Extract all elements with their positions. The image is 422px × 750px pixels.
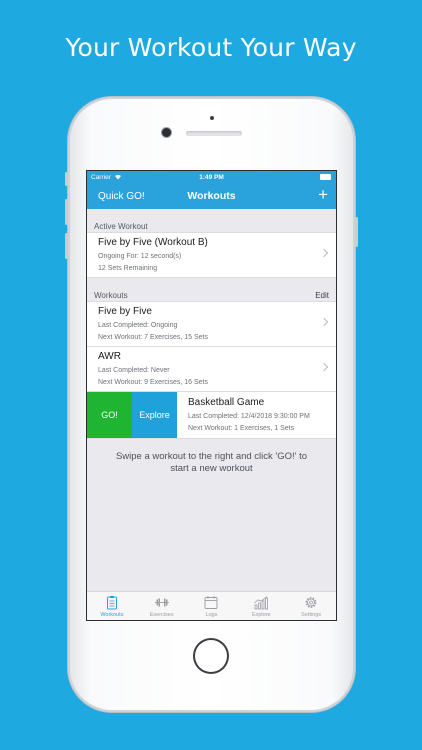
swiped-workout-content: Basketball Game Last Completed: 12/4/201… <box>177 392 310 438</box>
clipboard-icon <box>106 596 117 610</box>
workout-last-completed: Last Completed: Ongoing <box>98 322 178 329</box>
tab-label: Exercises <box>149 612 174 618</box>
earpiece-speaker <box>186 131 242 136</box>
volume-up-button <box>65 199 68 225</box>
active-workout-name: Five by Five (Workout B) <box>98 237 208 248</box>
workout-cell-five-by-five[interactable]: Five by Five Last Completed: Ongoing Nex… <box>87 301 336 347</box>
status-bar: Carrier 1:49 PM <box>87 171 336 183</box>
tab-label: Logs <box>205 612 218 618</box>
workout-cell-awr[interactable]: AWR Last Completed: Never Next Workout: … <box>87 347 336 392</box>
power-button <box>355 217 358 247</box>
tab-exercises[interactable]: Exercises <box>137 592 187 620</box>
go-button[interactable]: GO! <box>87 392 132 438</box>
active-workout-header-label: Active Workout <box>94 222 148 231</box>
active-workout-header: Active Workout <box>87 216 336 232</box>
tab-label: Workouts <box>100 612 124 618</box>
tab-workouts[interactable]: Workouts <box>87 592 137 620</box>
navigation-bar: Quick GO! Workouts + <box>87 183 336 209</box>
app-screen: Carrier 1:49 PM Quick GO! Workouts + Act… <box>86 170 337 621</box>
workout-name: Five by Five <box>98 306 152 317</box>
active-workout-duration: Ongoing For: 12 second(s) <box>98 253 182 260</box>
tab-label: Explore <box>251 612 271 618</box>
volume-down-button <box>65 233 68 259</box>
tab-settings[interactable]: Settings <box>286 592 336 620</box>
battery-icon <box>320 174 331 180</box>
workout-last-completed: Last Completed: Never <box>98 367 170 374</box>
active-workout-remaining: 12 Sets Remaining <box>98 265 158 272</box>
tab-bar: Workouts Exercises Logs Explore Settings <box>87 591 336 620</box>
active-workout-cell[interactable]: Five by Five (Workout B) Ongoing For: 12… <box>87 232 336 278</box>
quick-go-button[interactable]: Quick GO! <box>98 191 145 202</box>
status-time: 1:49 PM <box>199 173 224 181</box>
workouts-header-label: Workouts <box>94 291 128 300</box>
tab-explore[interactable]: Explore <box>236 592 286 620</box>
workout-name: AWR <box>98 351 121 362</box>
workout-name: Basketball Game <box>188 397 265 408</box>
swipe-hint: Swipe a workout to the right and click '… <box>115 451 308 474</box>
tab-logs[interactable]: Logs <box>187 592 237 620</box>
bar-chart-icon <box>254 596 269 610</box>
workout-next: Next Workout: 9 Exercises, 16 Sets <box>98 379 208 386</box>
explore-button[interactable]: Explore <box>132 392 177 438</box>
workout-last-completed: Last Completed: 12/4/2018 9:30:00 PM <box>188 413 310 420</box>
edit-button[interactable]: Edit <box>315 291 329 301</box>
front-sensor <box>210 116 214 120</box>
workout-next: Next Workout: 7 Exercises, 15 Sets <box>98 334 208 341</box>
tab-label: Settings <box>301 612 322 618</box>
calendar-icon <box>205 596 218 609</box>
gear-icon <box>305 597 317 608</box>
mute-switch <box>65 172 68 186</box>
workouts-header: Workouts Edit <box>87 285 336 301</box>
promo-headline: Your Workout Your Way <box>65 33 357 62</box>
workout-next: Next Workout: 1 Exercises, 1 Sets <box>188 425 295 432</box>
home-button[interactable] <box>193 638 229 674</box>
dumbbell-icon <box>154 598 169 607</box>
front-camera <box>162 128 171 137</box>
plus-icon[interactable]: + <box>318 186 328 204</box>
phone-frame: Carrier 1:49 PM Quick GO! Workouts + Act… <box>65 97 358 712</box>
workout-cell-basketball-swiped[interactable]: GO! Explore Basketball Game Last Complet… <box>87 392 336 439</box>
